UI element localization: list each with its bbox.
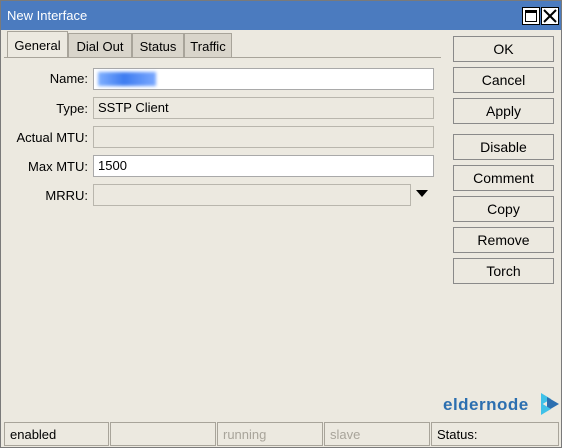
cancel-button[interactable]: Cancel [453,67,554,93]
new-interface-window: New Interface General Dial Out Status Tr… [0,0,562,448]
dropdown-arrow-icon[interactable] [416,190,428,197]
status-label: Status: [431,422,559,446]
title-bar[interactable]: New Interface [1,1,561,30]
tab-dial-out[interactable]: Dial Out [68,33,132,57]
mrru-label: MRRU: [45,188,88,203]
disable-button[interactable]: Disable [453,134,554,160]
eldernode-logo: eldernode [443,391,561,417]
status-enabled: enabled [4,422,109,446]
type-field: SSTP Client [93,97,434,119]
name-label: Name: [49,71,88,86]
general-panel: Name: redacted Type: SSTP Client Actual … [4,57,441,415]
status-bar: enabled running slave Status: [1,420,561,448]
max-mtu-label: Max MTU: [28,159,88,174]
name-field[interactable]: redacted [93,68,434,90]
status-running: running [217,422,323,446]
mrru-field[interactable] [93,184,411,206]
name-value: redacted [98,72,156,86]
max-mtu-field[interactable]: 1500 [93,155,434,177]
apply-button[interactable]: Apply [453,98,554,124]
comment-button[interactable]: Comment [453,165,554,191]
logo-arrow-icon [541,393,559,415]
status-slave: slave [324,422,430,446]
tab-general[interactable]: General [7,31,68,57]
window-title: New Interface [7,8,88,23]
tab-traffic[interactable]: Traffic [184,33,232,57]
maximize-icon[interactable] [522,7,540,25]
tab-status[interactable]: Status [132,33,184,57]
status-blank [110,422,216,446]
ok-button[interactable]: OK [453,36,554,62]
type-label: Type: [56,101,88,116]
logo-text: eldernode [443,395,529,414]
close-icon[interactable] [541,7,559,25]
actual-mtu-label: Actual MTU: [16,130,88,145]
remove-button[interactable]: Remove [453,227,554,253]
copy-button[interactable]: Copy [453,196,554,222]
torch-button[interactable]: Torch [453,258,554,284]
actual-mtu-field [93,126,434,148]
